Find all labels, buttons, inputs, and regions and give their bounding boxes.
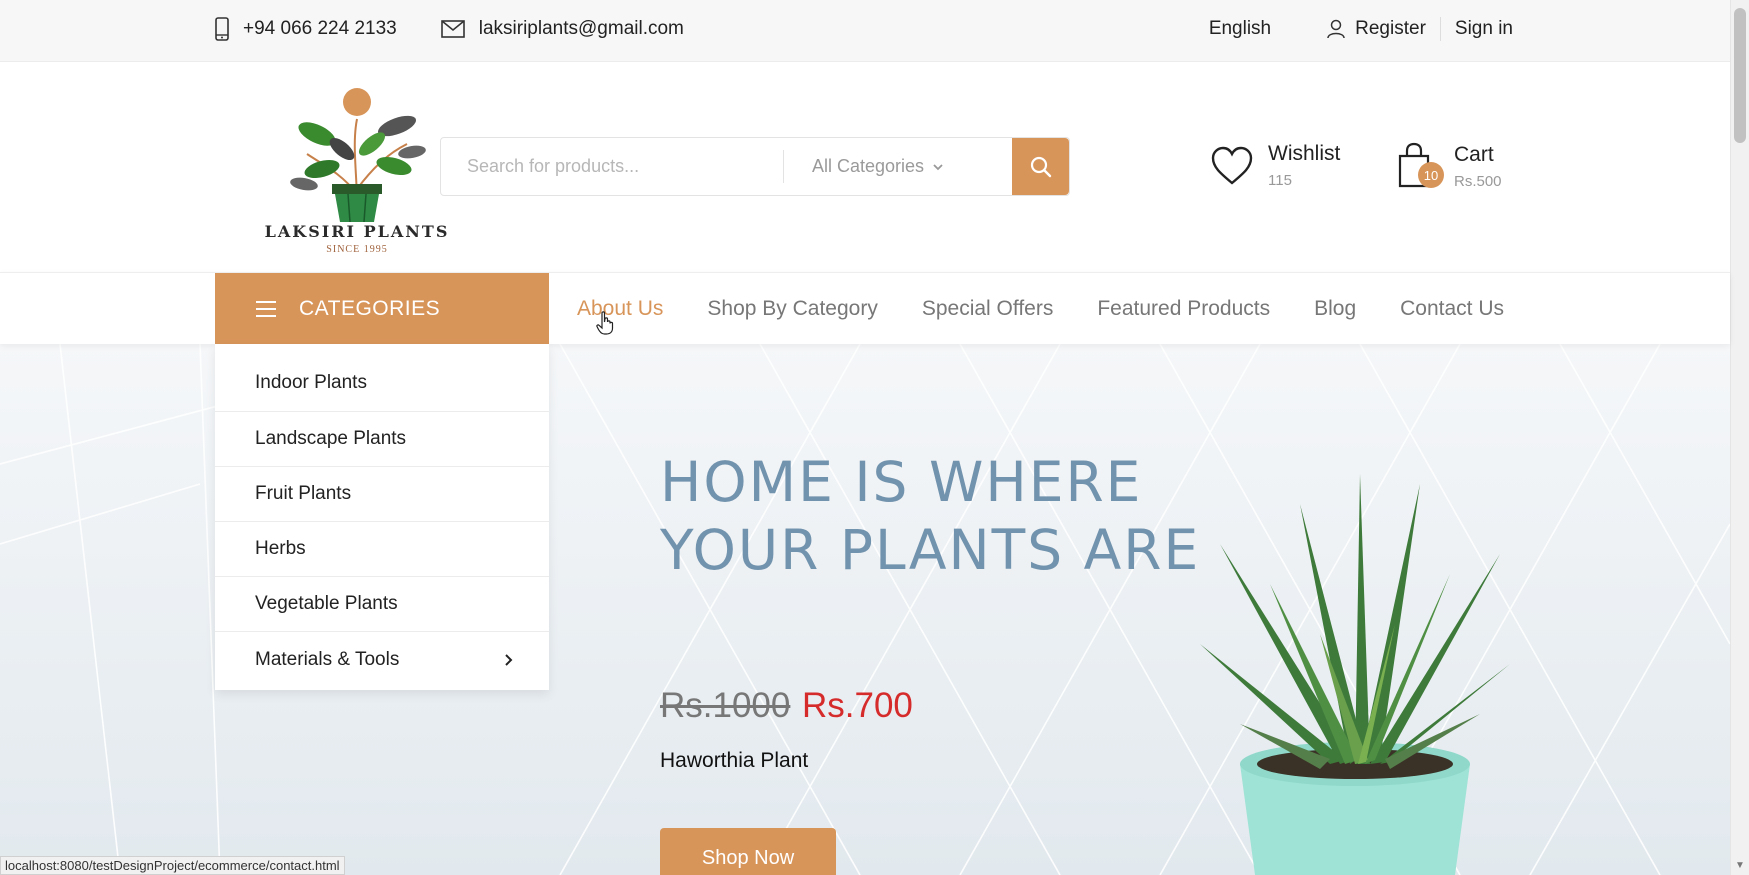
scrollbar-thumb[interactable] <box>1734 8 1746 143</box>
hero-title-line-2: YOUR PLANTS ARE <box>660 518 1201 582</box>
nav-item-about-us[interactable]: About Us <box>577 297 663 321</box>
logo-since: SINCE 1995 <box>326 244 388 255</box>
search-bar: All Categories <box>440 137 1070 196</box>
cart-count-badge: 10 <box>1418 162 1444 188</box>
phone-number: +94 066 224 2133 <box>243 18 397 39</box>
phone-contact[interactable]: +94 066 224 2133 <box>215 17 397 41</box>
wishlist-label: Wishlist <box>1268 142 1341 165</box>
status-url: localhost:8080/testDesignProject/ecommer… <box>0 856 345 875</box>
cart-label: Cart <box>1454 142 1494 166</box>
user-icon <box>1327 19 1345 39</box>
category-item-landscape-plants[interactable]: Landscape Plants <box>215 412 549 467</box>
nav-item-special-offers[interactable]: Special Offers <box>922 297 1054 321</box>
categories-button[interactable]: CATEGORIES <box>215 273 549 345</box>
search-button[interactable] <box>1012 138 1069 195</box>
category-item-herbs[interactable]: Herbs <box>215 522 549 577</box>
nav-item-blog[interactable]: Blog <box>1314 297 1356 321</box>
haworthia-plant-image <box>1200 474 1510 875</box>
page-scrollbar[interactable]: ▼ <box>1730 0 1749 875</box>
cart-total: Rs.500 <box>1454 172 1502 190</box>
nav-item-shop-by-category[interactable]: Shop By Category <box>707 297 877 321</box>
signin-link[interactable]: Sign in <box>1441 18 1513 40</box>
main-nav: CATEGORIES About Us Shop By Category Spe… <box>0 272 1730 345</box>
wishlist-count: 115 <box>1268 172 1292 189</box>
categories-dropdown: Indoor Plants Landscape Plants Fruit Pla… <box>215 344 549 690</box>
phone-icon <box>215 17 229 41</box>
nav-menu: About Us Shop By Category Special Offers… <box>577 273 1504 345</box>
nav-item-contact-us[interactable]: Contact Us <box>1400 297 1504 321</box>
category-select-value: All Categories <box>812 156 925 176</box>
site-header: LAKSIRI PLANTS SINCE 1995 All Categories… <box>0 62 1730 272</box>
register-label: Register <box>1355 18 1426 39</box>
nav-item-featured-products[interactable]: Featured Products <box>1097 297 1270 321</box>
chevron-down-icon <box>933 163 943 170</box>
email-contact[interactable]: laksiriplants@gmail.com <box>440 18 684 40</box>
language-selector[interactable]: English <box>1209 18 1271 40</box>
category-label: Materials & Tools <box>255 648 400 670</box>
top-bar: +94 066 224 2133 laksiriplants@gmail.com… <box>0 0 1730 62</box>
sale-price: Rs.700 <box>802 686 913 725</box>
category-label: Landscape Plants <box>255 428 407 449</box>
product-name: Haworthia Plant <box>660 749 809 772</box>
heart-icon <box>1211 146 1253 185</box>
cart-bag: 10 <box>1396 142 1444 190</box>
scroll-down-arrow-icon[interactable]: ▼ <box>1735 860 1745 871</box>
category-item-vegetable-plants[interactable]: Vegetable Plants <box>215 577 549 632</box>
category-select[interactable]: All Categories <box>784 138 1012 195</box>
category-label: Herbs <box>255 538 306 559</box>
categories-label: CATEGORIES <box>299 297 441 320</box>
search-input[interactable] <box>441 138 783 195</box>
category-label: Fruit Plants <box>255 483 352 504</box>
shop-now-button[interactable]: Shop Now <box>660 828 836 875</box>
category-item-indoor-plants[interactable]: Indoor Plants <box>215 344 549 412</box>
hamburger-icon <box>256 301 276 317</box>
chevron-right-icon <box>505 653 513 666</box>
email-address: laksiriplants@gmail.com <box>478 18 684 39</box>
search-icon <box>1030 156 1051 177</box>
mail-icon <box>440 20 465 38</box>
cart-link[interactable]: 10 Cart Rs.500 <box>1396 142 1502 190</box>
register-link[interactable]: Register <box>1327 17 1441 41</box>
old-price: Rs.1000 <box>660 686 791 725</box>
category-item-fruit-plants[interactable]: Fruit Plants <box>215 467 549 522</box>
logo-name: LAKSIRI PLANTS <box>264 222 450 241</box>
wishlist-link[interactable]: Wishlist 115 <box>1210 142 1340 189</box>
category-item-materials-tools[interactable]: Materials & Tools <box>215 632 549 687</box>
hero-title: HOME IS WHERE YOUR PLANTS ARE <box>660 448 1200 584</box>
hero-title-line-1: HOME IS WHERE <box>660 450 1143 514</box>
category-label: Indoor Plants <box>255 371 367 393</box>
category-label: Vegetable Plants <box>255 593 398 614</box>
hand-cursor-icon <box>596 311 614 335</box>
